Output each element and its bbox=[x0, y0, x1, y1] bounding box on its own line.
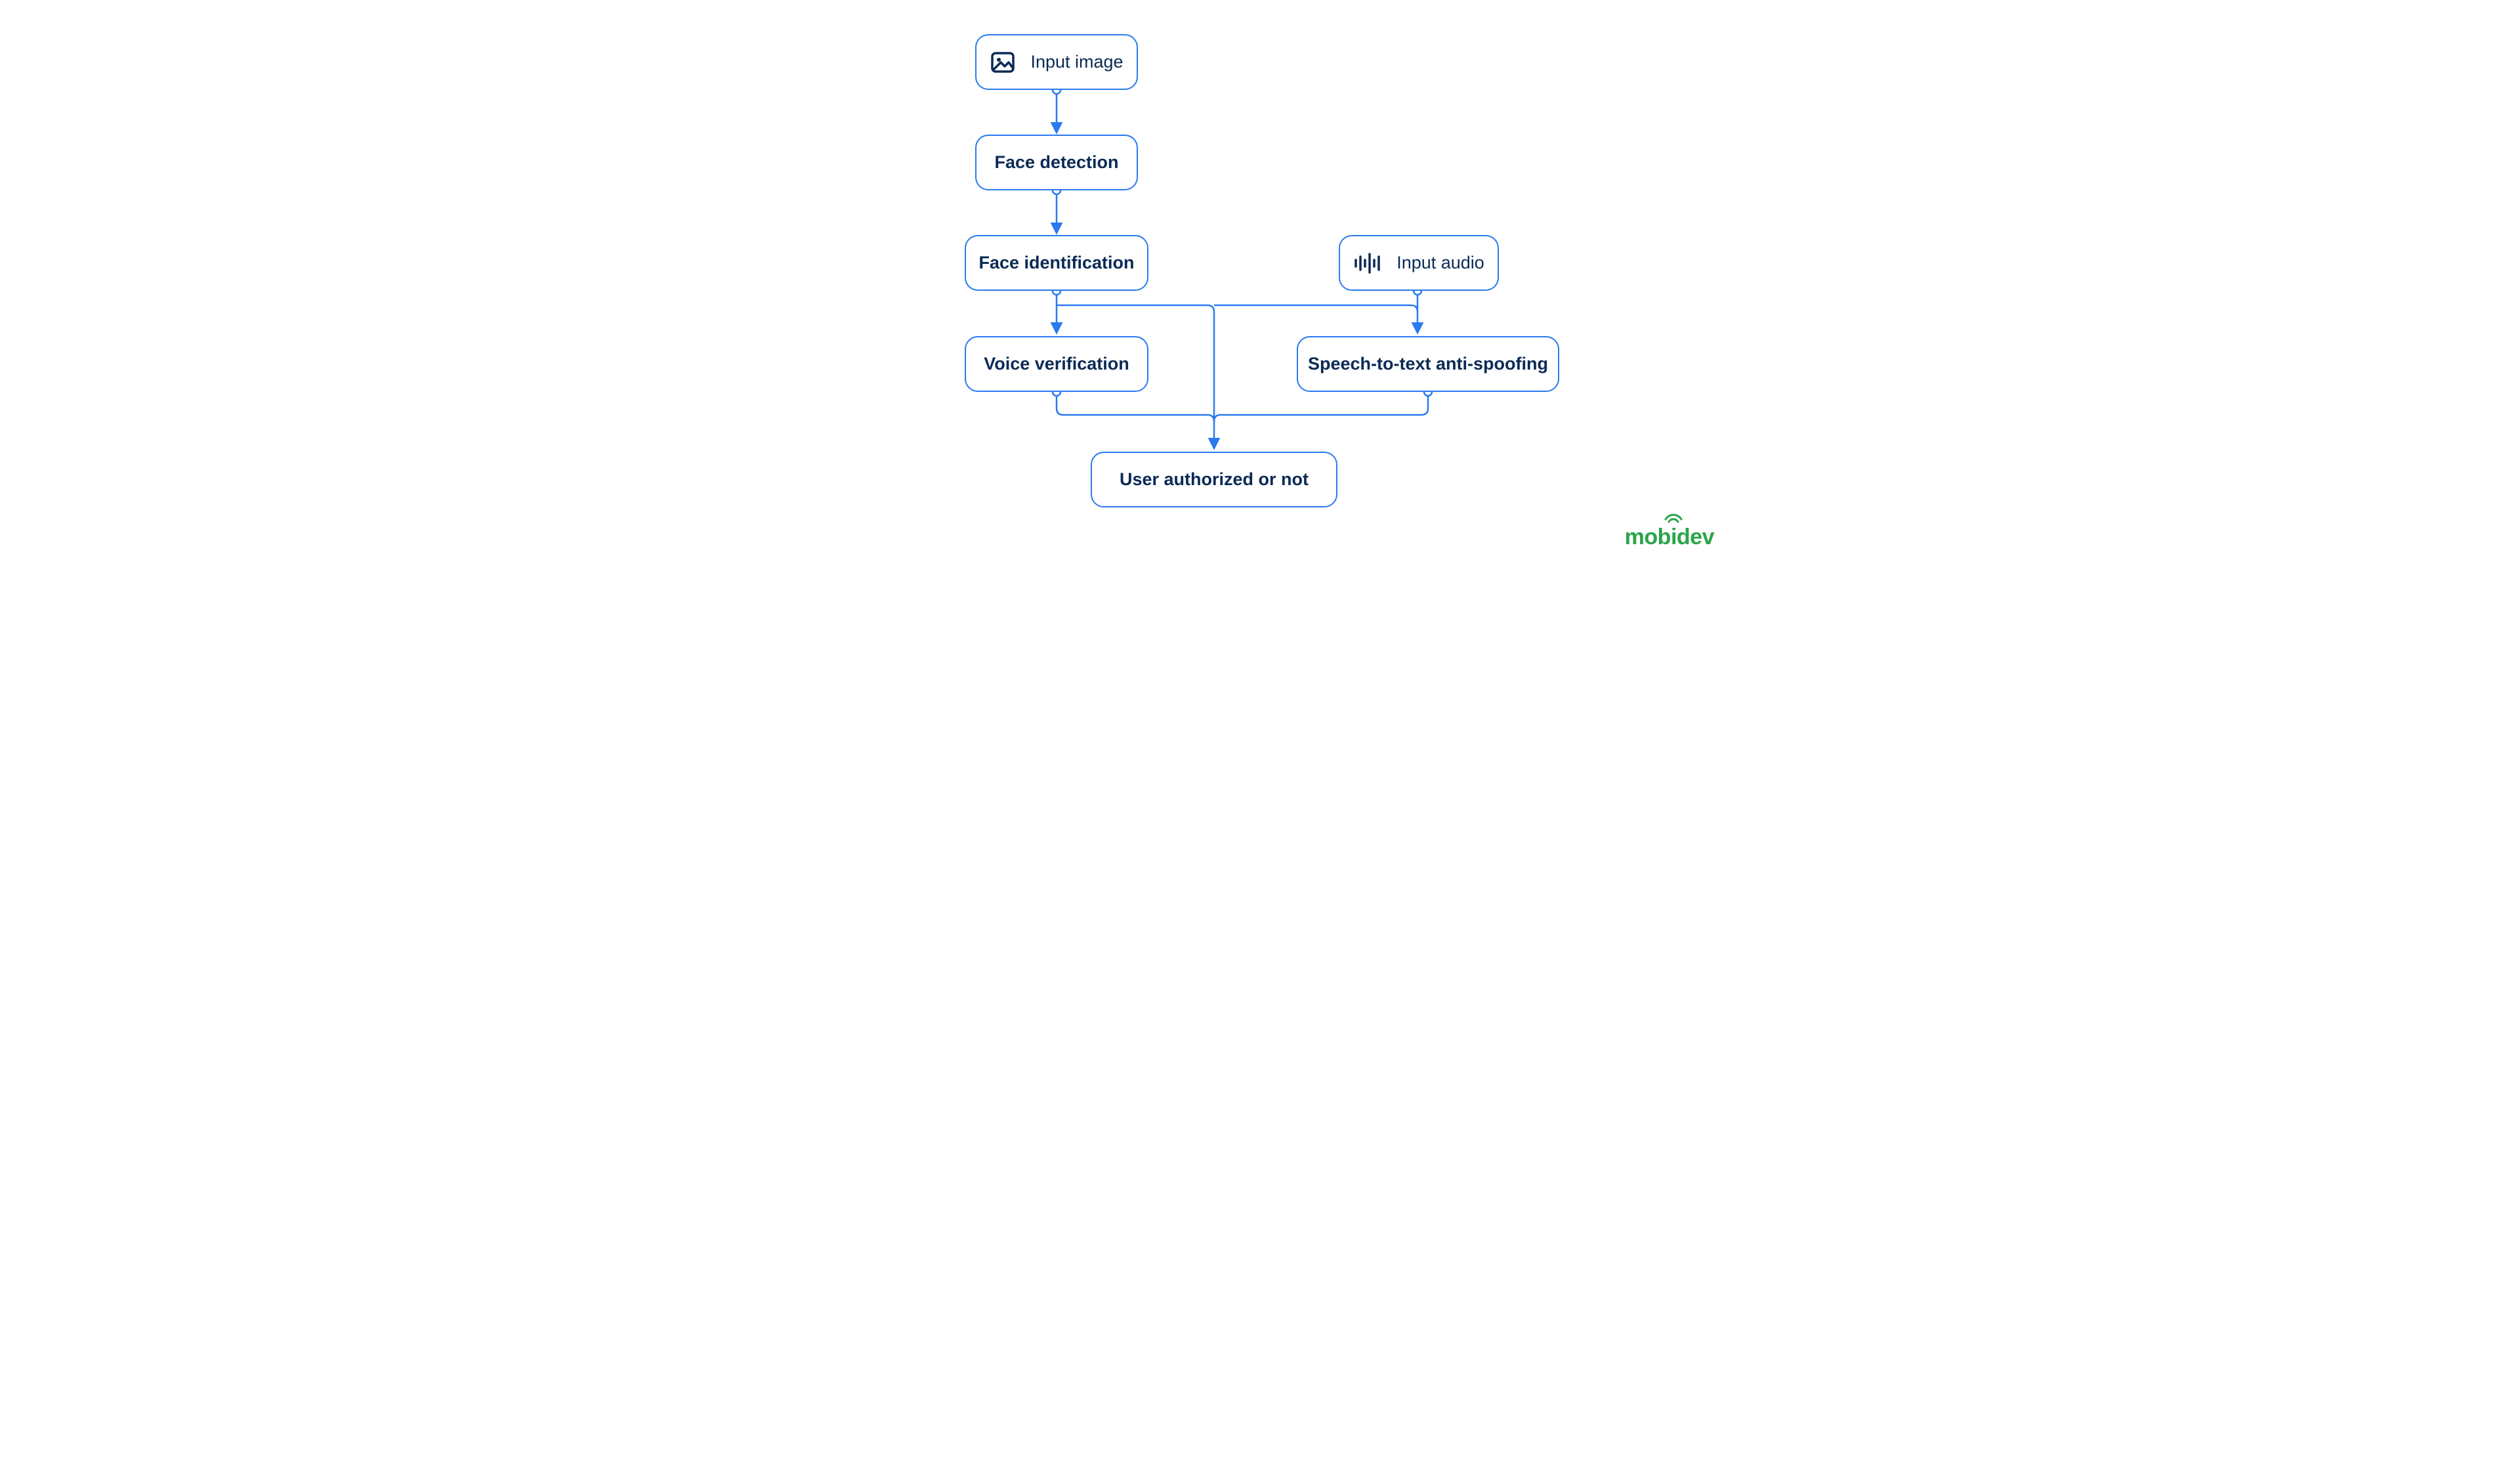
wifi-icon bbox=[1664, 513, 1683, 524]
node-voice-verification-label: Voice verification bbox=[984, 355, 1129, 373]
node-face-detection-label: Face detection bbox=[994, 154, 1118, 171]
mobidev-logo: mobidev bbox=[1625, 524, 1714, 550]
node-voice-verification: Voice verification bbox=[965, 336, 1148, 392]
node-input-audio: Input audio bbox=[1339, 235, 1499, 291]
node-face-identification: Face identification bbox=[965, 235, 1148, 291]
logo-part-prefix: mob bbox=[1625, 524, 1671, 549]
node-user-authorized-label: User authorized or not bbox=[1120, 471, 1309, 488]
node-user-authorized: User authorized or not bbox=[1091, 452, 1337, 507]
node-speech-to-text-label: Speech-to-text anti-spoofing bbox=[1308, 355, 1548, 373]
logo-part-suffix: dev bbox=[1677, 524, 1714, 549]
node-speech-to-text-anti-spoofing: Speech-to-text anti-spoofing bbox=[1297, 336, 1559, 392]
image-icon bbox=[990, 49, 1016, 75]
node-face-detection: Face detection bbox=[975, 135, 1138, 190]
node-input-audio-label: Input audio bbox=[1396, 254, 1484, 272]
node-input-image-label: Input image bbox=[1030, 53, 1123, 71]
node-face-identification-label: Face identification bbox=[978, 254, 1134, 272]
audio-waveform-icon bbox=[1353, 253, 1382, 274]
node-input-image: Input image bbox=[975, 34, 1138, 90]
logo-part-mid: i bbox=[1671, 524, 1677, 550]
diagram-canvas: Input image Face detection Face identifi… bbox=[781, 0, 1739, 565]
